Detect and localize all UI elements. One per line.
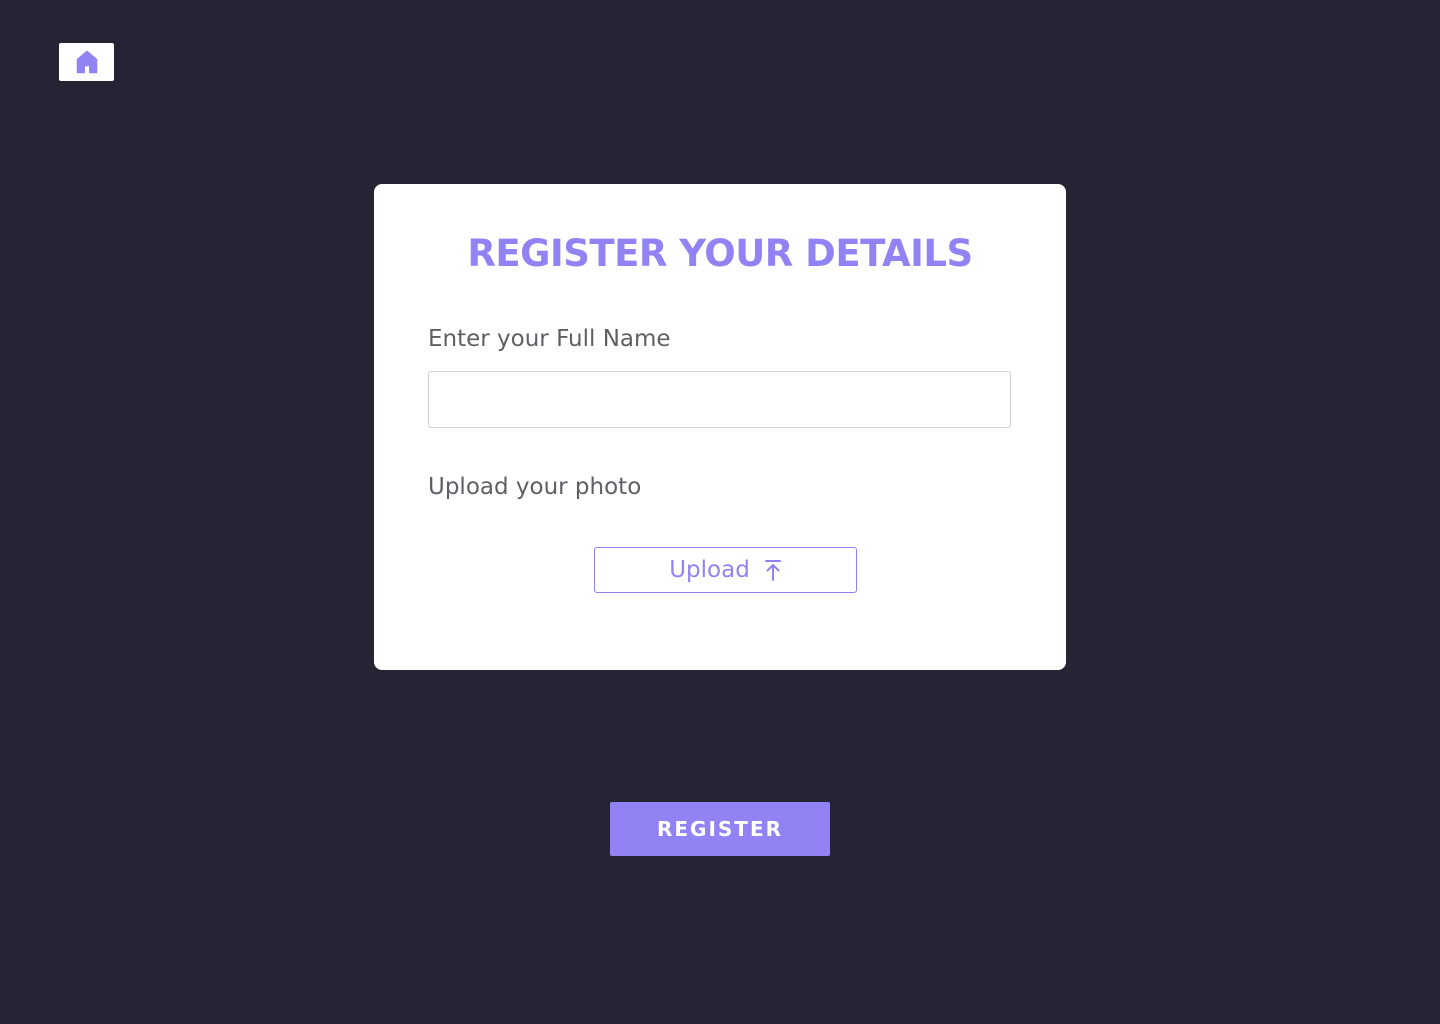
upload-button[interactable]: Upload bbox=[594, 547, 857, 593]
upload-button-label: Upload bbox=[669, 557, 750, 583]
registration-form: Enter your Full Name Upload your photo U… bbox=[374, 184, 1066, 670]
register-button-label: REGISTER bbox=[656, 817, 784, 841]
photo-label: Upload your photo bbox=[428, 474, 642, 500]
full-name-input[interactable] bbox=[428, 371, 1011, 428]
full-name-label: Enter your Full Name bbox=[428, 326, 671, 352]
upload-arrow-icon bbox=[764, 559, 782, 581]
register-button[interactable]: REGISTER bbox=[610, 802, 830, 856]
home-button[interactable] bbox=[59, 43, 114, 81]
home-icon bbox=[76, 50, 98, 74]
